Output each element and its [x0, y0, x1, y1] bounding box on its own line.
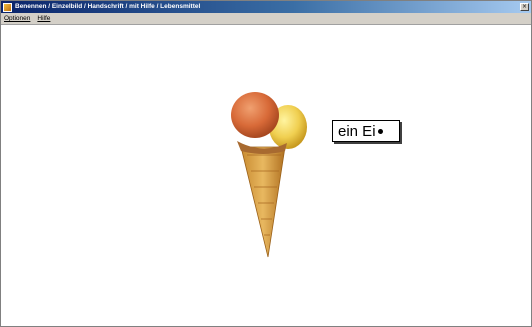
main-content: ein Ei — [1, 25, 531, 326]
title-bar[interactable]: Benennen / Einzelbild / Handschrift / mi… — [1, 1, 531, 13]
window-title: Benennen / Einzelbild / Handschrift / mi… — [15, 3, 201, 10]
app-window: Benennen / Einzelbild / Handschrift / mi… — [0, 0, 532, 327]
word-label-card[interactable]: ein Ei — [332, 120, 400, 142]
word-label-text: ein Ei — [338, 122, 376, 140]
menu-item-hilfe[interactable]: Hilfe — [37, 15, 50, 22]
menu-bar: Optionen Hilfe — [1, 13, 531, 25]
ice-cream-cone-icon — [231, 92, 307, 258]
menu-item-optionen[interactable]: Optionen — [4, 15, 30, 22]
app-icon — [3, 2, 12, 12]
bullet-icon — [377, 128, 383, 134]
close-button[interactable]: × — [520, 3, 529, 11]
